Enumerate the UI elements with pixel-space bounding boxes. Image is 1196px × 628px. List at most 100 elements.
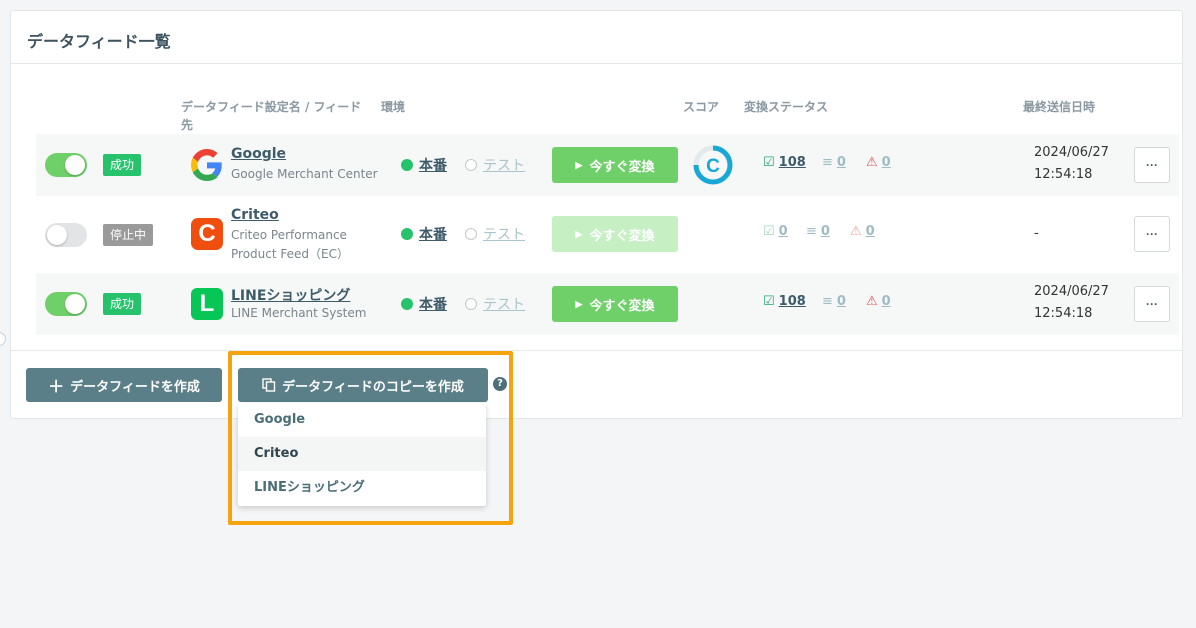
table-row: 成功 Google Google Merchant Center 本番 テスト … <box>36 134 1179 196</box>
more-options-button[interactable]: ··· <box>1134 147 1170 183</box>
header-status: 変換ステータス <box>744 100 829 114</box>
stat-excluded-count: 0 <box>820 224 830 239</box>
status-badge: 停止中 <box>103 223 154 246</box>
convert-now-button[interactable]: ▶ 今すぐ変換 <box>552 216 678 252</box>
copy-datafeed-button[interactable]: データフィードのコピーを作成 <box>238 368 488 402</box>
stat-excluded-count: 0 <box>836 294 846 309</box>
warning-icon: ⚠ <box>866 294 878 309</box>
dropdown-item-line[interactable]: LINEショッピング <box>238 471 486 505</box>
excluded-icon: ≡ <box>822 294 833 309</box>
feed-name-link[interactable]: LINEショッピング <box>231 285 350 305</box>
stat-excluded[interactable]: ≡ 0 <box>806 224 830 239</box>
stat-success-count: 0 <box>778 224 788 239</box>
stat-excluded-count: 0 <box>836 155 846 170</box>
table-row: 成功 L LINEショッピング LINE Merchant System 本番 … <box>36 273 1179 335</box>
stat-excluded[interactable]: ≡ 0 <box>822 155 846 170</box>
radio-empty-icon <box>465 159 477 171</box>
stat-warning-count: 0 <box>865 224 875 239</box>
status-badge: 成功 <box>103 293 142 315</box>
last-sent: - <box>1034 226 1039 241</box>
last-sent-date: 2024/06/27 <box>1034 284 1109 299</box>
env-production-label: 本番 <box>419 227 447 243</box>
feed-destination: Criteo Performance Product Feed（EC） <box>231 228 349 261</box>
table-row: 停止中 C Criteo Criteo Performance Product … <box>36 196 1179 273</box>
divider <box>11 350 1182 351</box>
radio-filled-icon <box>401 159 413 171</box>
copy-datafeed-label: データフィードのコピーを作成 <box>282 378 464 394</box>
copy-source-dropdown: Google Criteo LINEショッピング <box>238 403 486 506</box>
feed-name-link[interactable]: Google <box>231 146 286 162</box>
stat-warning-count: 0 <box>881 155 891 170</box>
toggle-knob <box>47 224 67 245</box>
env-production-label: 本番 <box>419 297 447 313</box>
line-logo-icon: L <box>191 288 223 320</box>
radio-empty-icon <box>465 298 477 310</box>
check-icon: ☑ <box>763 224 775 239</box>
criteo-logo-icon: C <box>191 218 223 250</box>
last-sent-time: 12:54:18 <box>1034 306 1093 321</box>
more-options-button[interactable]: ··· <box>1134 286 1170 322</box>
copy-icon <box>262 378 276 392</box>
warning-icon: ⚠ <box>850 224 862 239</box>
stat-success-count: 108 <box>778 294 806 309</box>
dropdown-item-google[interactable]: Google <box>238 403 486 437</box>
header-score: スコア <box>683 100 720 114</box>
dropdown-item-criteo[interactable]: Criteo <box>238 437 486 471</box>
stat-warning[interactable]: ⚠ 0 <box>866 155 891 170</box>
env-test-option[interactable]: テスト <box>465 155 525 175</box>
divider <box>11 63 1182 64</box>
create-datafeed-label: データフィードを作成 <box>70 378 200 394</box>
convert-now-label: 今すぐ変換 <box>589 297 655 313</box>
convert-now-label: 今すぐ変換 <box>589 227 655 243</box>
stat-success[interactable]: ☑ 108 <box>763 155 806 170</box>
stat-excluded[interactable]: ≡ 0 <box>822 294 846 309</box>
feed-name-link[interactable]: Criteo <box>231 207 279 223</box>
last-sent-time: 12:54:18 <box>1034 167 1093 182</box>
env-production-label: 本番 <box>419 158 447 174</box>
play-icon: ▶ <box>575 298 583 309</box>
excluded-icon: ≡ <box>806 224 817 239</box>
stat-success[interactable]: ☑ 0 <box>763 224 788 239</box>
feed-toggle[interactable] <box>45 292 87 316</box>
last-sent: 2024/06/27 12:54:18 <box>1034 142 1109 186</box>
last-sent-date: 2024/06/27 <box>1034 145 1109 160</box>
check-icon: ☑ <box>763 155 775 170</box>
header-env: 環境 <box>381 100 406 114</box>
toggle-knob <box>65 294 85 314</box>
toggle-knob <box>65 155 85 175</box>
edge-handle-icon <box>0 332 6 346</box>
convert-now-button[interactable]: ▶ 今すぐ変換 <box>552 286 678 322</box>
stat-warning[interactable]: ⚠ 0 <box>866 294 891 309</box>
env-production-option[interactable]: 本番 <box>401 155 447 175</box>
feed-destination: LINE Merchant System <box>231 306 367 320</box>
score-grade: C <box>706 156 720 177</box>
feed-toggle[interactable] <box>45 222 87 247</box>
convert-now-button[interactable]: ▶ 今すぐ変換 <box>552 147 678 183</box>
env-production-option[interactable]: 本番 <box>401 224 447 244</box>
env-production-option[interactable]: 本番 <box>401 294 447 314</box>
create-datafeed-button[interactable]: ＋ データフィードを作成 <box>26 368 222 402</box>
header-feed-name: データフィード設定名 / フィード先 <box>181 100 362 132</box>
env-test-option[interactable]: テスト <box>465 224 525 244</box>
datafeed-list-panel: データフィード一覧 データフィード設定名 / フィード先 環境 スコア 変換ステ… <box>10 10 1183 419</box>
stat-success[interactable]: ☑ 108 <box>763 294 806 309</box>
feed-toggle[interactable] <box>45 153 87 177</box>
score-gauge-icon: C <box>693 145 733 185</box>
more-options-button[interactable]: ··· <box>1134 216 1170 252</box>
convert-now-label: 今すぐ変換 <box>589 158 655 174</box>
env-test-option[interactable]: テスト <box>465 294 525 314</box>
status-badge: 成功 <box>103 154 142 176</box>
header-last-sent: 最終送信日時 <box>1023 100 1096 114</box>
page-title: データフィード一覧 <box>27 32 171 51</box>
excluded-icon: ≡ <box>822 155 833 170</box>
env-test-label: テスト <box>483 227 525 243</box>
stat-warning-count: 0 <box>881 294 891 309</box>
radio-filled-icon <box>401 298 413 310</box>
help-icon[interactable]: ? <box>493 377 507 391</box>
feed-destination: Google Merchant Center <box>231 167 378 181</box>
play-icon: ▶ <box>575 159 583 170</box>
last-sent: 2024/06/27 12:54:18 <box>1034 281 1109 325</box>
env-test-label: テスト <box>483 297 525 313</box>
google-logo-icon <box>191 149 222 181</box>
stat-warning[interactable]: ⚠ 0 <box>850 224 875 239</box>
